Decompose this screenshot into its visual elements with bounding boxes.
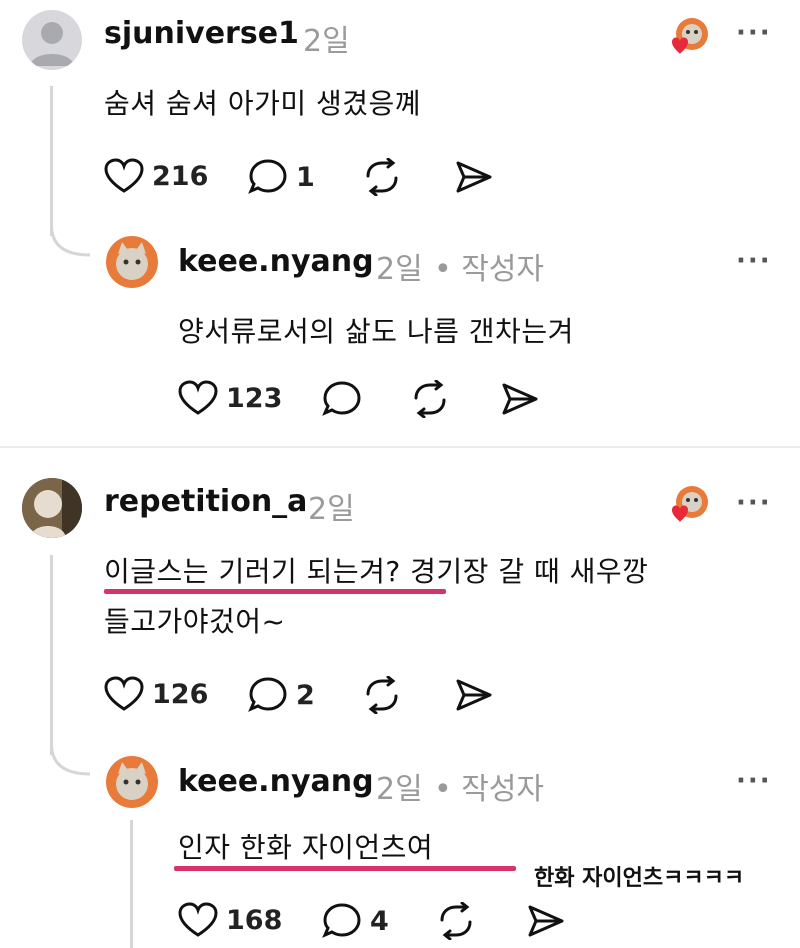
thread-connector bbox=[50, 744, 91, 776]
author-liked-icon bbox=[668, 484, 708, 524]
thread-connector bbox=[50, 225, 91, 257]
avatar[interactable] bbox=[106, 756, 158, 808]
repost-icon bbox=[366, 158, 398, 196]
repost-button[interactable] bbox=[410, 380, 450, 418]
reply-button[interactable]: 1 bbox=[248, 158, 315, 196]
send-icon bbox=[528, 905, 564, 937]
avatar[interactable] bbox=[106, 236, 158, 288]
username[interactable]: keee.nyang bbox=[178, 764, 374, 799]
more-options-button[interactable]: ··· bbox=[736, 18, 772, 48]
like-count: 123 bbox=[226, 382, 283, 414]
thread-line bbox=[130, 820, 133, 948]
like-count: 126 bbox=[152, 678, 209, 710]
more-options-button[interactable]: ··· bbox=[736, 488, 772, 518]
heart-icon bbox=[104, 158, 144, 193]
thread-line bbox=[50, 86, 53, 236]
username[interactable]: keee.nyang bbox=[178, 244, 374, 279]
post-text: 숨셔 숨셔 아가미 생겼응꼐 bbox=[104, 87, 422, 120]
thread-line bbox=[50, 555, 53, 755]
share-button[interactable] bbox=[454, 158, 494, 196]
repost-icon bbox=[414, 380, 446, 418]
share-button[interactable] bbox=[500, 380, 540, 418]
like-count: 168 bbox=[226, 904, 283, 936]
highlight-underline bbox=[174, 866, 516, 871]
comment-icon bbox=[322, 381, 361, 416]
reply-count: 1 bbox=[296, 161, 315, 193]
timestamp: 2일 bbox=[376, 772, 423, 807]
username[interactable]: repetition_a bbox=[104, 484, 307, 519]
comment-icon bbox=[322, 903, 361, 938]
reply-button[interactable]: 4 bbox=[322, 902, 389, 940]
repost-button[interactable] bbox=[436, 902, 476, 940]
more-options-button[interactable]: ··· bbox=[736, 766, 772, 796]
share-button[interactable] bbox=[454, 676, 494, 714]
thread-divider bbox=[0, 446, 800, 448]
send-icon bbox=[456, 161, 492, 193]
reply-button[interactable] bbox=[322, 380, 362, 418]
like-button[interactable]: 216 bbox=[104, 158, 208, 194]
comment-icon bbox=[248, 159, 287, 194]
share-button[interactable] bbox=[526, 902, 566, 940]
reply-count: 2 bbox=[296, 679, 315, 711]
repost-button[interactable] bbox=[362, 158, 402, 196]
send-icon bbox=[456, 679, 492, 711]
cat-avatar-icon bbox=[116, 762, 148, 800]
more-options-button[interactable]: ··· bbox=[736, 246, 772, 276]
reply-text: 양서류로서의 삶도 나름 갠차는겨 bbox=[178, 315, 574, 348]
comment-icon bbox=[248, 677, 287, 712]
annotation-caption: 한화 자이언츠ㅋㅋㅋㅋ bbox=[534, 866, 745, 891]
post-text-line-1: 이글스는 기러기 되는겨? 경기장 갈 때 새우깡 bbox=[104, 555, 649, 588]
avatar[interactable] bbox=[22, 10, 82, 70]
repost-icon bbox=[440, 902, 472, 940]
cat-avatar-icon bbox=[116, 242, 148, 280]
highlight-underline bbox=[104, 589, 446, 594]
author-badge: • 작성자 bbox=[434, 252, 545, 287]
send-icon bbox=[502, 383, 538, 415]
photo-avatar-icon bbox=[22, 478, 82, 538]
username[interactable]: sjuniverse1 bbox=[104, 16, 299, 51]
heart-icon bbox=[104, 676, 144, 711]
avatar[interactable] bbox=[22, 478, 82, 538]
timestamp: 2일 bbox=[308, 492, 355, 527]
like-button[interactable]: 126 bbox=[104, 676, 208, 712]
post-text-line-2: 들고가야겄어~ bbox=[104, 605, 286, 638]
timestamp: 2일 bbox=[303, 24, 350, 59]
like-button[interactable]: 123 bbox=[178, 380, 282, 416]
heart-icon bbox=[178, 380, 218, 415]
author-liked-icon bbox=[668, 16, 708, 56]
like-count: 216 bbox=[152, 160, 209, 192]
default-user-icon bbox=[30, 22, 74, 66]
author-badge: • 작성자 bbox=[434, 772, 545, 807]
heart-icon bbox=[178, 902, 218, 937]
repost-button[interactable] bbox=[362, 676, 402, 714]
reply-button[interactable]: 2 bbox=[248, 676, 315, 714]
reply-count: 4 bbox=[370, 905, 389, 937]
like-button[interactable]: 168 bbox=[178, 902, 282, 938]
repost-icon bbox=[366, 676, 398, 714]
timestamp: 2일 bbox=[376, 252, 423, 287]
reply-text: 인자 한화 자이언츠여 bbox=[178, 831, 434, 864]
